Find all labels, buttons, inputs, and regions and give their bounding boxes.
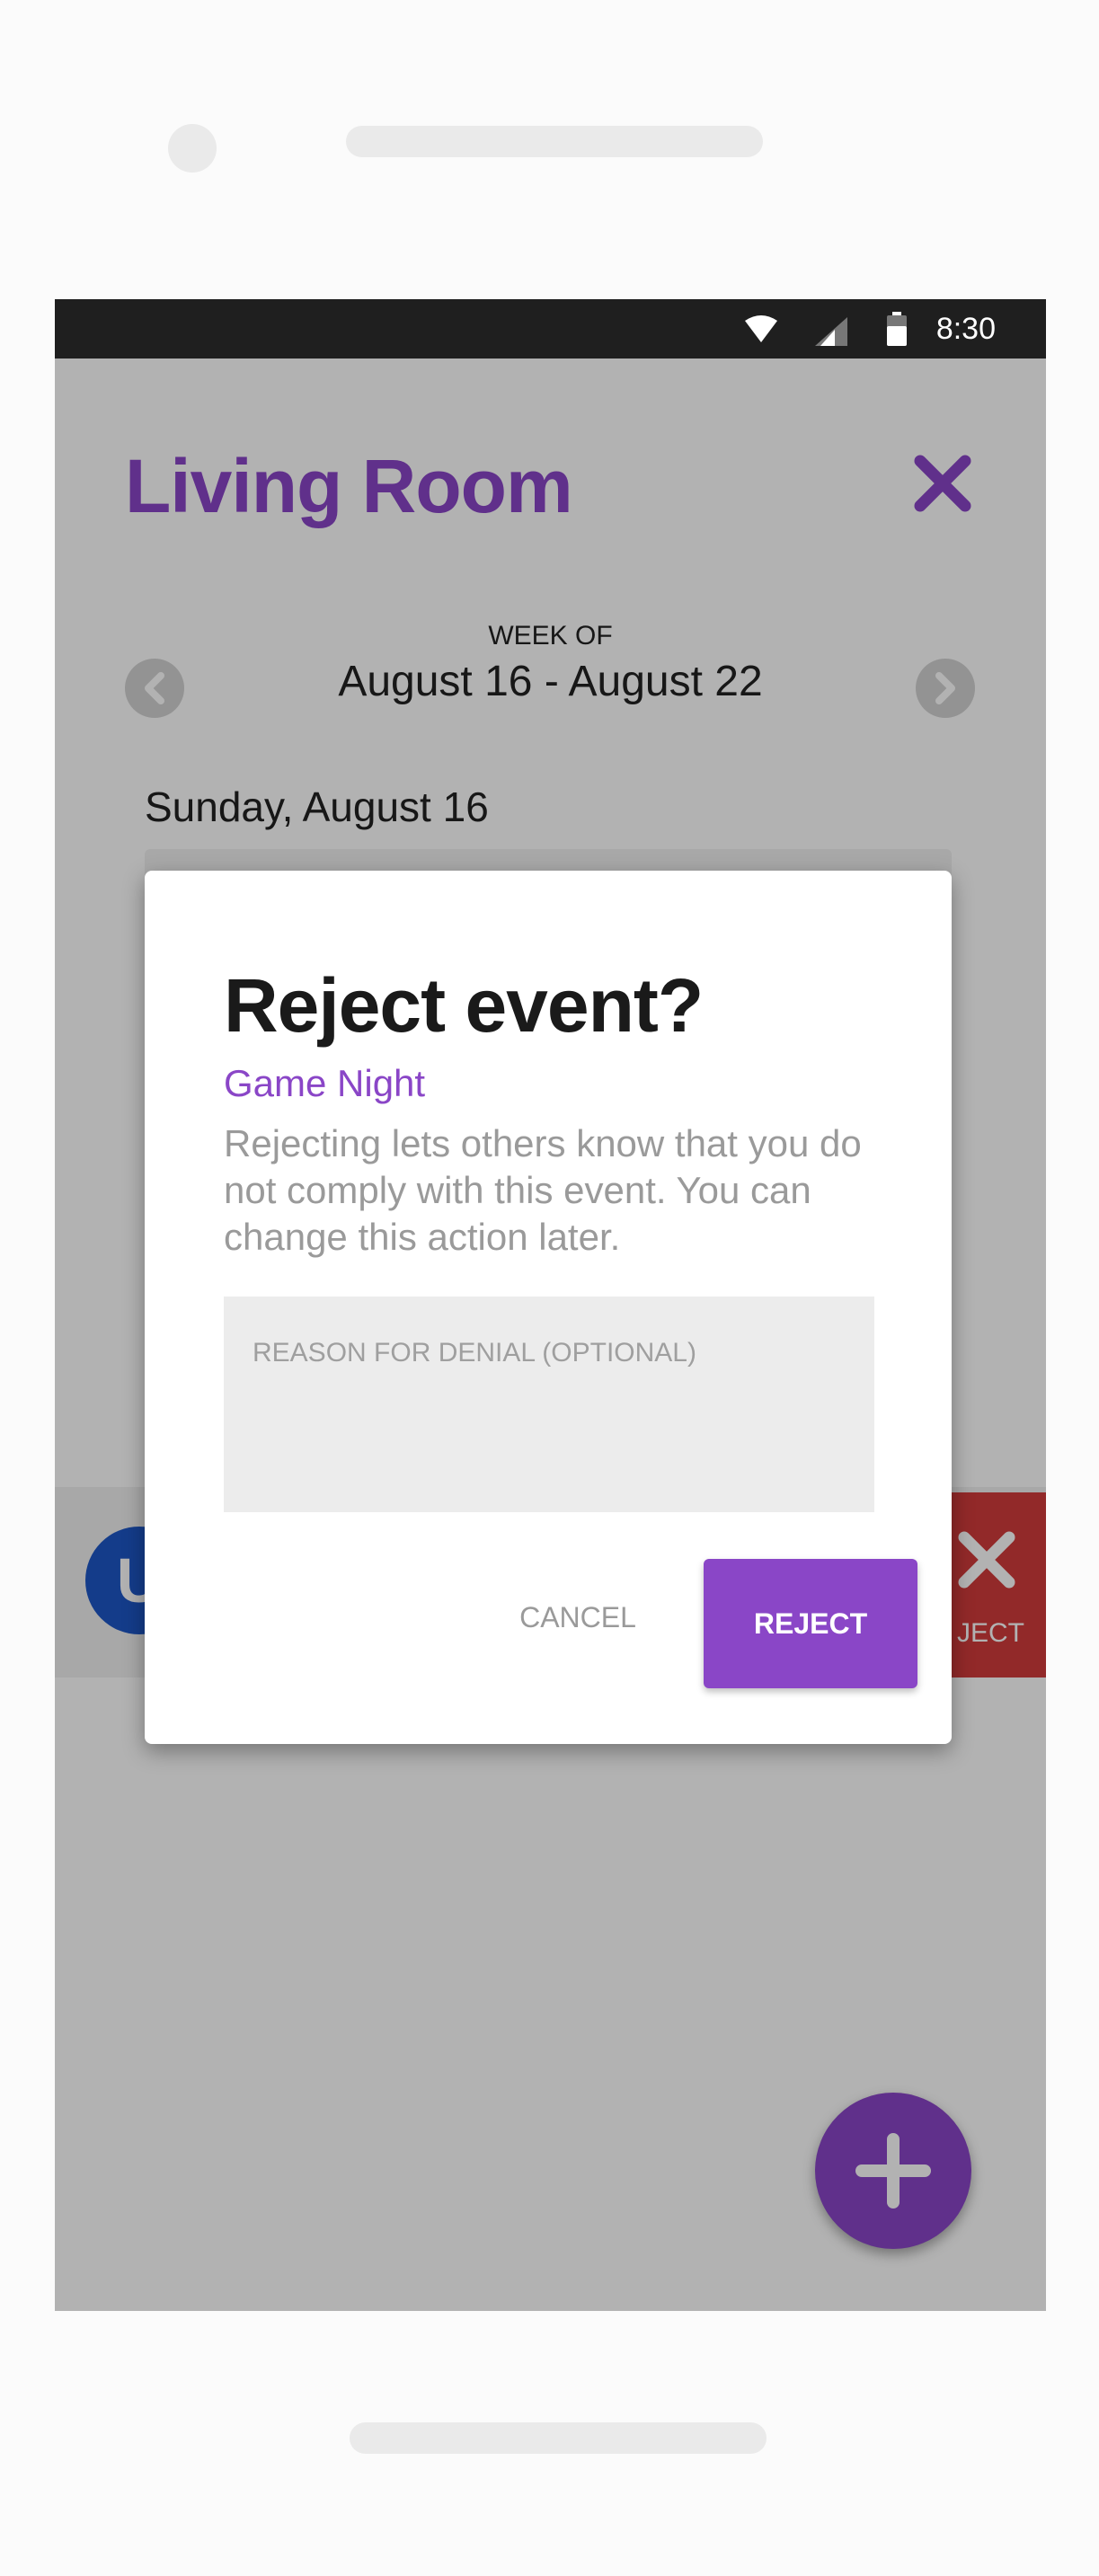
status-time: 8:30 [935, 312, 996, 346]
reject-event-dialog: Reject event? Game Night Rejecting lets … [145, 871, 952, 1744]
dialog-description: Rejecting lets others know that you do n… [224, 1122, 862, 1258]
front-camera [168, 124, 217, 173]
status-bar: 8:30 [55, 299, 1046, 359]
earpiece-speaker [346, 126, 763, 157]
wifi-icon [745, 315, 777, 342]
reject-button[interactable]: REJECT [704, 1559, 917, 1688]
cancel-button[interactable]: CANCEL [479, 1559, 677, 1676]
home-indicator [350, 2422, 767, 2454]
cellular-signal-icon [815, 317, 847, 346]
battery-icon [887, 312, 907, 346]
reason-input[interactable]: REASON FOR DENIAL (OPTIONAL) [224, 1297, 874, 1512]
phone-screen: 8:30 Living Room WEEK OF August 16 - Aug… [55, 299, 1046, 2311]
reason-placeholder: REASON FOR DENIAL (OPTIONAL) [253, 1338, 696, 1368]
dialog-title: Reject event? [224, 963, 704, 1048]
dialog-event-name: Game Night [224, 1062, 426, 1104]
